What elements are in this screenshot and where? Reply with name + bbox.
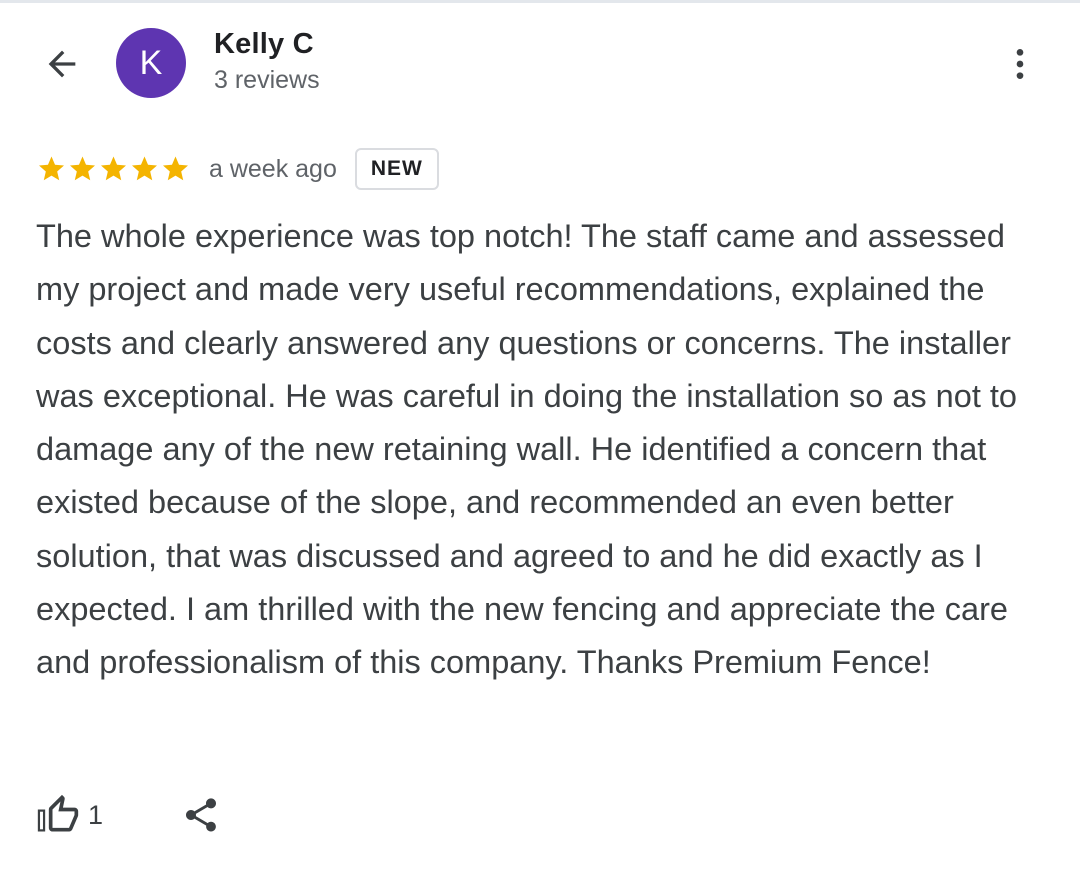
arrow-back-icon (48, 50, 76, 78)
new-badge: NEW (354, 148, 439, 190)
star-icon (101, 156, 126, 181)
top-divider (0, 0, 1080, 3)
reviewer-review-count: 3 reviews (214, 66, 320, 94)
review-time: a week ago (209, 154, 337, 183)
review-text: The whole experience was top notch! The … (36, 218, 1017, 681)
like-button[interactable]: 1 (36, 793, 103, 837)
star-icon (132, 156, 157, 181)
review-actions: 1 (36, 790, 221, 840)
star-icon (39, 156, 64, 181)
reviewer-name[interactable]: Kelly C (214, 28, 314, 61)
back-button[interactable] (38, 40, 86, 88)
star-icon (70, 156, 95, 181)
like-count: 1 (88, 799, 104, 830)
rating-row: a week ago NEW (36, 146, 439, 192)
thumb-up-icon (37, 794, 79, 832)
star-rating (36, 154, 191, 184)
star-icon (163, 156, 188, 181)
avatar[interactable]: K (116, 28, 186, 98)
more-vertical-icon (1016, 49, 1024, 79)
share-icon (186, 798, 217, 832)
avatar-initial: K (139, 43, 163, 82)
more-options-button[interactable] (996, 40, 1044, 88)
share-button[interactable] (181, 793, 221, 837)
